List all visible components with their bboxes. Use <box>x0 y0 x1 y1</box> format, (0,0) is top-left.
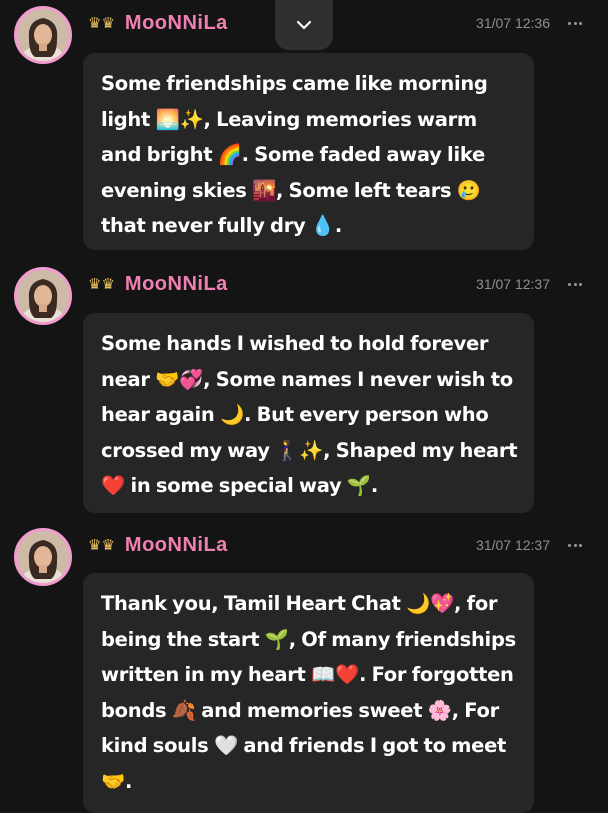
chat-message: ♛♛ MooNNiLa 31/07 12:37 Some hands I wis… <box>0 262 608 514</box>
message-text: Some hands I wished to hold forever near… <box>101 332 518 497</box>
crown-icon: ♛♛ <box>88 274 115 293</box>
username[interactable]: MooNNiLa <box>125 12 228 35</box>
more-options-icon[interactable] <box>568 11 582 35</box>
more-options-icon[interactable] <box>568 272 582 296</box>
message-text: Some friendships came like morning light… <box>101 72 488 237</box>
crown-icon: ♛♛ <box>88 13 115 32</box>
username[interactable]: MooNNiLa <box>125 273 228 296</box>
crown-icon: ♛♛ <box>88 535 115 554</box>
chat-message: ♛♛ MooNNiLa 31/07 12:37 Thank you, Tamil… <box>0 522 608 813</box>
avatar[interactable] <box>14 6 72 64</box>
avatar-image <box>17 9 69 61</box>
message-header: ♛♛ MooNNiLa <box>88 272 228 296</box>
username[interactable]: MooNNiLa <box>125 534 228 557</box>
message-header: ♛♛ MooNNiLa <box>88 533 228 557</box>
avatar[interactable] <box>14 528 72 586</box>
timestamp: 31/07 12:37 <box>476 537 550 553</box>
scroll-down-button[interactable] <box>275 0 333 50</box>
message-bubble[interactable]: Thank you, Tamil Heart Chat 🌙💖, for bein… <box>83 573 534 813</box>
message-text: Thank you, Tamil Heart Chat 🌙💖, for bein… <box>101 592 516 793</box>
avatar[interactable] <box>14 267 72 325</box>
avatar-image <box>17 531 69 583</box>
message-bubble[interactable]: Some hands I wished to hold forever near… <box>83 313 534 513</box>
timestamp: 31/07 12:36 <box>476 15 550 31</box>
chevron-down-icon <box>296 20 312 30</box>
message-header: ♛♛ MooNNiLa <box>88 11 228 35</box>
avatar-image <box>17 270 69 322</box>
message-bubble[interactable]: Some friendships came like morning light… <box>83 53 534 250</box>
more-options-icon[interactable] <box>568 533 582 557</box>
timestamp: 31/07 12:37 <box>476 276 550 292</box>
